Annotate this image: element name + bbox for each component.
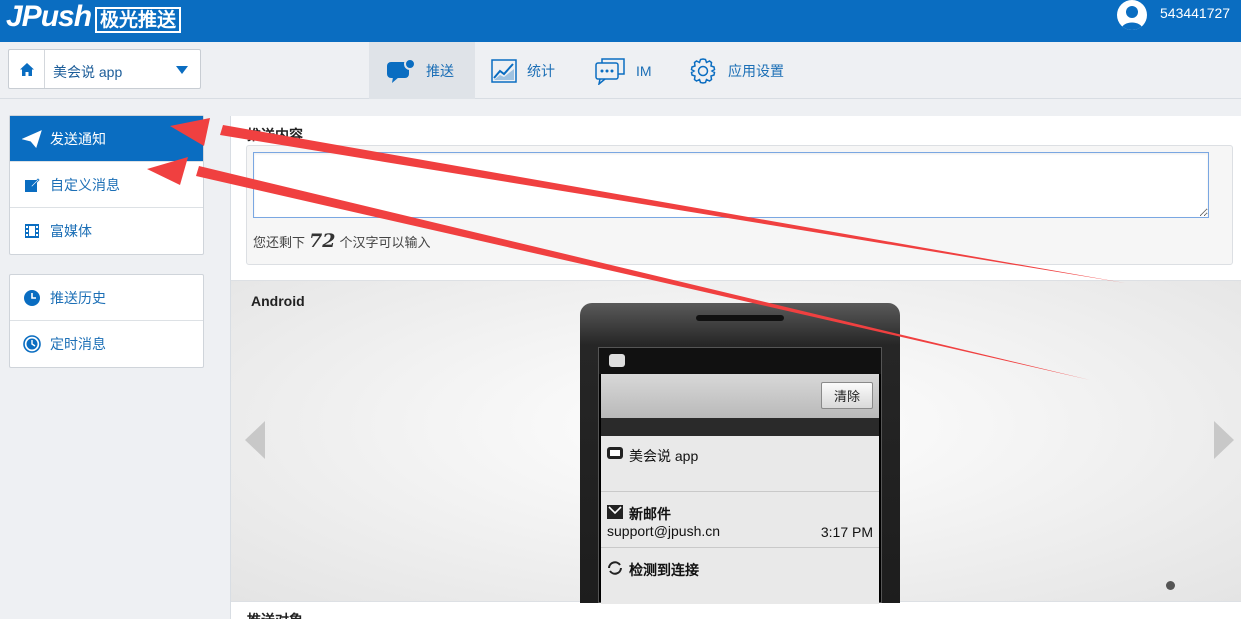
- sidebar-group-send: 发送通知 自定义消息 富媒体: [9, 115, 204, 255]
- home-button[interactable]: [9, 50, 45, 88]
- carousel-dot[interactable]: [1166, 581, 1175, 590]
- phone-action-bar: 清除: [601, 374, 879, 418]
- paper-plane-icon: [22, 129, 42, 148]
- logo-cn-text: 极光推送: [95, 7, 182, 33]
- chat-bubble-icon: [386, 57, 416, 84]
- sidebar-item-rich-media[interactable]: 富媒体: [10, 208, 203, 254]
- sidebar-group-history: 推送历史 定时消息: [9, 274, 204, 368]
- tab-push[interactable]: 推送: [369, 42, 475, 99]
- push-content-box: 您还剩下 72 个汉字可以输入: [246, 145, 1233, 265]
- sidebar-item-custom-message[interactable]: 自定义消息: [10, 162, 203, 208]
- phone-screen: 清除 美会说 app 新邮件 support@jpush.cn 3:17 PM: [598, 347, 882, 604]
- main-content: 推送内容 您还剩下 72 个汉字可以输入 Android 清除 美会说 app …: [230, 116, 1241, 619]
- push-target-title: 推送对象: [247, 610, 303, 619]
- message-icon: [594, 57, 626, 85]
- film-icon: [22, 223, 42, 239]
- username[interactable]: 543441727: [1160, 5, 1230, 21]
- tab-im-label: IM: [636, 62, 652, 79]
- notif-title: 美会说 app: [629, 448, 699, 464]
- tab-stats-label: 统计: [527, 62, 555, 79]
- notif-time: 3:17 PM: [820, 524, 873, 540]
- sidebar-item-label: 推送历史: [50, 289, 106, 306]
- jpush-logo[interactable]: JPush 极光推送: [6, 0, 182, 34]
- edit-icon: [22, 177, 42, 193]
- notif-title: 检测到连接: [629, 562, 699, 578]
- list-item: 检测到连接: [601, 548, 879, 604]
- notif-sub: support@jpush.cn: [607, 523, 721, 539]
- phone-divider: [601, 418, 879, 436]
- push-content-title: 推送内容: [247, 127, 303, 143]
- next-arrow-icon[interactable]: [1214, 421, 1234, 459]
- app-selector[interactable]: 美会说 app: [8, 49, 201, 89]
- sidebar-item-label: 定时消息: [50, 336, 106, 352]
- sidebar-item-label: 富媒体: [50, 223, 92, 239]
- notification-preview: Android 清除 美会说 app 新邮件 support@jpush.cn …: [231, 280, 1241, 604]
- clear-button[interactable]: 清除: [821, 382, 873, 409]
- remain-prefix: 您还剩下: [253, 235, 306, 250]
- sidebar-item-scheduled-message[interactable]: 定时消息: [10, 321, 203, 367]
- sidebar-item-label: 发送通知: [50, 130, 106, 147]
- phone-status-bar: [599, 348, 881, 374]
- list-item: 美会说 app: [601, 436, 879, 492]
- mail-icon: [607, 505, 623, 519]
- phone-mockup: 清除 美会说 app 新邮件 support@jpush.cn 3:17 PM: [580, 303, 900, 604]
- chevron-down-icon[interactable]: [176, 66, 188, 74]
- remain-count: 72: [309, 230, 336, 252]
- avatar[interactable]: [1117, 0, 1147, 30]
- top-bar: JPush 极光推送 543441727: [0, 0, 1241, 42]
- tab-stats[interactable]: 统计: [491, 42, 555, 99]
- phone-speaker: [696, 315, 784, 321]
- logo-text: JPush: [6, 0, 92, 33]
- notif-title: 新邮件: [629, 506, 671, 522]
- chat-icon: [607, 447, 623, 459]
- nav-bar: 美会说 app 推送 统计 IM 应用设置: [0, 42, 1241, 99]
- tab-app-settings[interactable]: 应用设置: [688, 42, 784, 99]
- clock-icon: [22, 289, 42, 307]
- home-icon: [19, 62, 34, 76]
- chart-icon: [491, 58, 517, 83]
- sync-icon: [608, 561, 622, 575]
- push-content-input[interactable]: [253, 152, 1209, 218]
- sidebar-item-label: 自定义消息: [50, 176, 120, 193]
- sidebar-item-push-history[interactable]: 推送历史: [10, 275, 203, 321]
- tab-im[interactable]: IM: [594, 42, 652, 99]
- remain-suffix: 个汉字可以输入: [339, 235, 431, 250]
- gear-icon: [688, 56, 718, 86]
- list-item: 新邮件 support@jpush.cn 3:17 PM: [601, 492, 879, 548]
- tab-push-label: 推送: [426, 62, 454, 79]
- preview-platform: Android: [251, 293, 305, 309]
- tab-app-settings-label: 应用设置: [728, 62, 784, 79]
- sidebar-item-send-notification[interactable]: 发送通知: [10, 116, 203, 162]
- app-name: 美会说 app: [53, 64, 123, 80]
- char-remaining: 您还剩下 72 个汉字可以输入: [253, 230, 430, 252]
- notification-list: 美会说 app 新邮件 support@jpush.cn 3:17 PM 检测到…: [601, 436, 879, 604]
- prev-arrow-icon[interactable]: [245, 421, 265, 459]
- user-icon: [1121, 6, 1143, 30]
- timer-icon: [22, 335, 42, 353]
- notification-icon: [609, 354, 625, 367]
